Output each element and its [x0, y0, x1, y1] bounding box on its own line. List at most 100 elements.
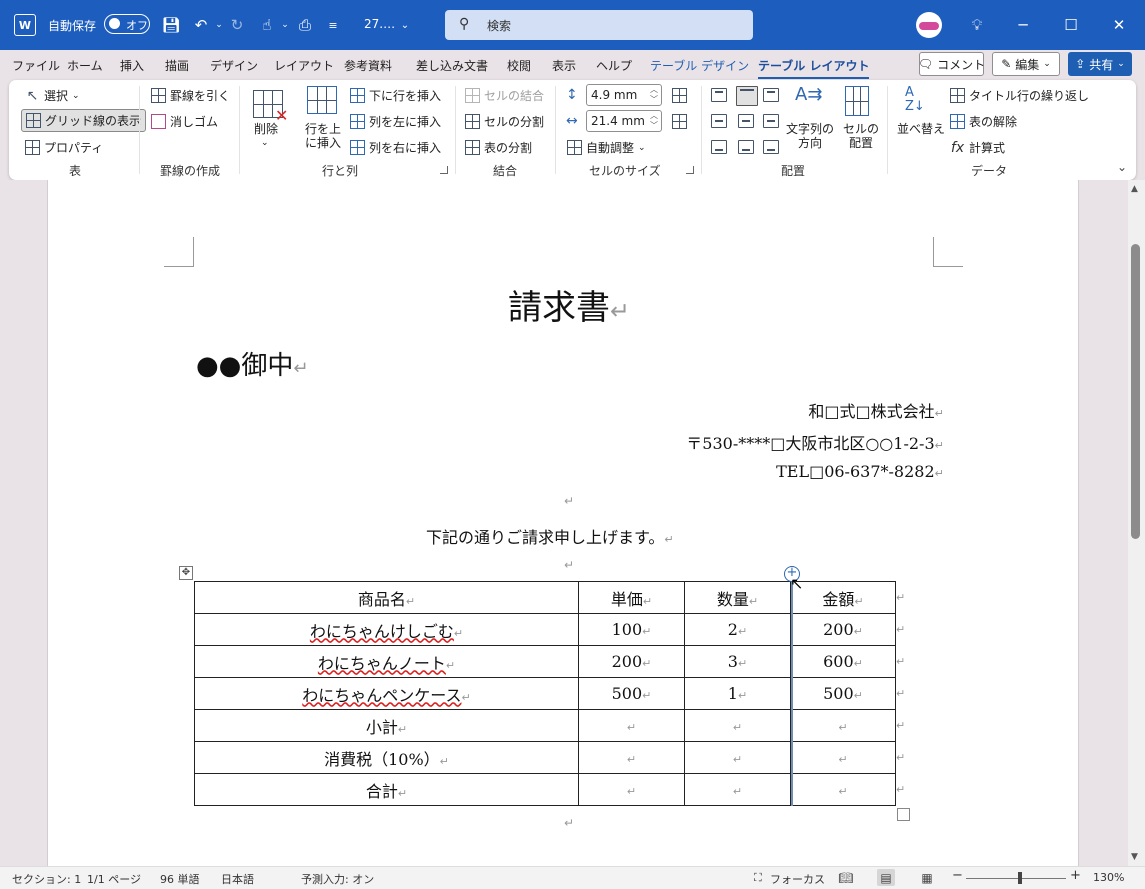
- addressee[interactable]: ●●御中↵: [196, 345, 309, 382]
- split-cells-button[interactable]: セルの分割: [465, 113, 544, 130]
- minimize-icon[interactable]: ─: [1010, 12, 1036, 38]
- table-cell[interactable]: 合計↵: [194, 773, 579, 806]
- table-move-handle[interactable]: ✥: [179, 566, 193, 580]
- share-button[interactable]: ⇪ 共有 ⌄: [1068, 52, 1132, 76]
- draw-table-button[interactable]: 罫線を引く: [151, 87, 230, 104]
- zoom-level[interactable]: 130%: [1093, 871, 1124, 884]
- column-width-input[interactable]: 21.4 mm ︿ ﹀: [586, 110, 662, 132]
- collapse-ribbon-icon[interactable]: ⌄: [1117, 160, 1127, 174]
- zoom-slider-track[interactable]: [966, 878, 1066, 879]
- table-cell[interactable]: ↵: [684, 709, 791, 742]
- intro-text[interactable]: 下記の通りご請求申し上げます。↵: [426, 524, 674, 548]
- zoom-in-icon[interactable]: +: [1070, 868, 1081, 883]
- align-top-right-icon[interactable]: [763, 88, 779, 102]
- tab-help[interactable]: ヘルプ: [596, 57, 632, 74]
- vertical-scrollbar[interactable]: ▲ ▼: [1128, 180, 1145, 866]
- row-height-input[interactable]: 4.9 mm ︿ ﹀: [586, 84, 662, 106]
- select-button[interactable]: ↖ 選択 ⌄: [25, 87, 80, 104]
- status-predictive-input[interactable]: 予測入力: オン: [301, 871, 374, 887]
- table-cell[interactable]: わにちゃんノート↵: [194, 645, 579, 678]
- insert-above-label[interactable]: 行を上 に挿入: [305, 122, 341, 150]
- status-section[interactable]: セクション: 1: [12, 871, 81, 887]
- scroll-up-icon[interactable]: ▲: [1131, 184, 1138, 194]
- cell-margins-icon[interactable]: [845, 86, 869, 116]
- chevron-down-icon[interactable]: ⌄: [394, 14, 416, 36]
- table-cell[interactable]: わにちゃんペンケース↵: [194, 677, 579, 710]
- tab-home[interactable]: ホーム: [67, 57, 103, 74]
- align-center-icon[interactable]: [738, 114, 754, 128]
- scrollbar-thumb[interactable]: [1131, 244, 1140, 539]
- spinner-icon[interactable]: ︿ ﹀: [650, 85, 658, 105]
- spinner-icon[interactable]: ︿ ﹀: [650, 111, 658, 131]
- tab-design[interactable]: デザイン: [210, 57, 258, 74]
- insert-above-icon[interactable]: [307, 86, 337, 114]
- zoom-out-icon[interactable]: −: [952, 868, 963, 883]
- delete-label[interactable]: 削除: [254, 122, 278, 136]
- table-resize-handle[interactable]: [897, 808, 910, 821]
- status-word-count[interactable]: 96 単語: [160, 871, 200, 887]
- tab-layout[interactable]: レイアウト: [274, 57, 334, 74]
- close-icon[interactable]: ✕: [1106, 12, 1132, 38]
- search-box[interactable]: ⚲ 検索: [445, 10, 753, 40]
- distribute-rows-icon[interactable]: [672, 88, 687, 103]
- dialog-launcher-icon[interactable]: [440, 166, 448, 174]
- align-top-center-icon[interactable]: [736, 86, 758, 106]
- table-header-cell[interactable]: 数量↵: [684, 581, 791, 614]
- zoom-slider-thumb[interactable]: [1018, 872, 1022, 884]
- tab-insert[interactable]: 挿入: [120, 57, 144, 74]
- text-direction-icon[interactable]: A⇉: [795, 84, 822, 105]
- align-bottom-center-icon[interactable]: [738, 140, 754, 154]
- autofit-button[interactable]: 自動調整 ⌄: [567, 139, 646, 156]
- formula-button[interactable]: fx 計算式: [950, 139, 1005, 156]
- table-header-cell[interactable]: 商品名↵: [194, 581, 579, 614]
- table-cell[interactable]: 600↵: [790, 645, 896, 678]
- chevron-down-icon[interactable]: ⌄: [274, 14, 296, 36]
- web-layout-icon[interactable]: ▦: [918, 869, 936, 886]
- table-cell[interactable]: 1↵: [684, 677, 791, 710]
- split-table-button[interactable]: 表の分割: [465, 139, 532, 156]
- table-cell[interactable]: 2↵: [684, 613, 791, 646]
- align-middle-left-icon[interactable]: [711, 114, 727, 128]
- maximize-icon[interactable]: ☐: [1058, 12, 1084, 38]
- page[interactable]: 請求書↵ ●●御中↵ 和□式□株式会社↵ 〒530-****□大阪市北区○○1-…: [47, 180, 1079, 866]
- table-cell[interactable]: わにちゃんけしごむ↵: [194, 613, 579, 646]
- insert-left-button[interactable]: 列を左に挿入: [350, 113, 441, 130]
- sender-address[interactable]: 〒530-****□大阪市北区○○1-2-3↵: [686, 430, 944, 454]
- table-cell[interactable]: ↵: [578, 709, 685, 742]
- autosave-toggle[interactable]: オフ: [104, 14, 150, 34]
- eraser-button[interactable]: 消しゴム: [151, 113, 218, 130]
- table-cell[interactable]: 消費税（10%）↵: [194, 741, 579, 774]
- sort-icon[interactable]: A Z↓: [905, 86, 925, 114]
- table-cell[interactable]: 100↵: [578, 613, 685, 646]
- sort-label[interactable]: 並べ替え: [897, 122, 945, 136]
- focus-mode-button[interactable]: フォーカス: [770, 871, 825, 887]
- tab-file[interactable]: ファイル: [12, 57, 60, 74]
- align-middle-right-icon[interactable]: [763, 114, 779, 128]
- tab-references[interactable]: 参考資料: [344, 57, 392, 74]
- scroll-down-icon[interactable]: ▼: [1131, 852, 1138, 862]
- tab-draw[interactable]: 描画: [165, 57, 189, 74]
- read-mode-icon[interactable]: 📖︎: [837, 869, 855, 886]
- sender-company[interactable]: 和□式□株式会社↵: [808, 398, 944, 422]
- table-cell[interactable]: 200↵: [578, 645, 685, 678]
- print-preview-icon[interactable]: ⎙: [294, 14, 316, 36]
- avatar[interactable]: [916, 12, 942, 38]
- insert-below-button[interactable]: 下に行を挿入: [350, 87, 441, 104]
- table-cell[interactable]: 200↵: [790, 613, 896, 646]
- customize-toolbar-icon[interactable]: ≡: [322, 14, 344, 36]
- align-bottom-left-icon[interactable]: [711, 140, 727, 154]
- text-direction-label[interactable]: 文字列の 方向: [786, 122, 834, 150]
- lightbulb-icon[interactable]: 💡︎: [964, 12, 990, 38]
- table-cell[interactable]: 500↵: [578, 677, 685, 710]
- dialog-launcher-icon[interactable]: [686, 166, 694, 174]
- document-title[interactable]: 請求書↵: [508, 280, 630, 329]
- cell-margins-label[interactable]: セルの 配置: [843, 122, 879, 150]
- print-layout-icon[interactable]: ▤: [877, 869, 895, 886]
- editing-mode-button[interactable]: ✎ 編集 ⌄: [992, 52, 1060, 76]
- status-language[interactable]: 日本語: [221, 871, 254, 887]
- properties-button[interactable]: プロパティ: [25, 139, 103, 156]
- save-icon[interactable]: 💾︎: [160, 14, 182, 36]
- align-top-left-icon[interactable]: [711, 88, 727, 102]
- table-cell[interactable]: ↵: [790, 741, 896, 774]
- table-cell[interactable]: 小計↵: [194, 709, 579, 742]
